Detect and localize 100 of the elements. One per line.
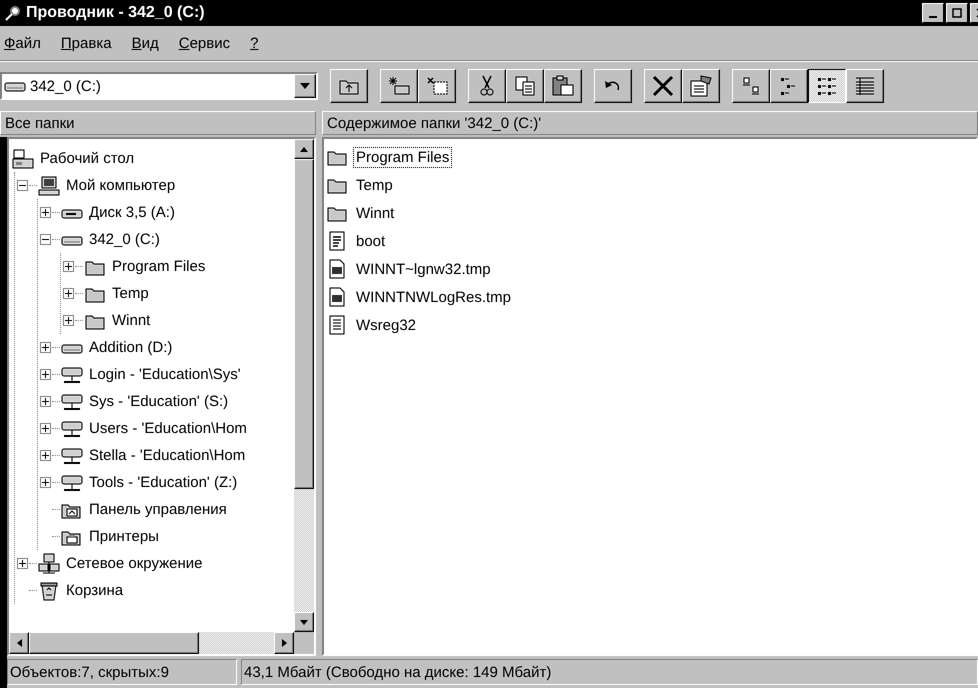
scroll-thumb[interactable] [29,632,199,654]
text-file-icon [329,315,345,335]
details-button[interactable] [846,69,884,103]
disconnect-drive-icon [426,76,448,96]
plus-icon [64,317,72,324]
tree-item[interactable]: Login - 'Education\Sys' [89,366,241,383]
tree-item[interactable]: Сетевое окружение [66,555,203,572]
address-combo[interactable]: 342_0 (C:) [0,72,318,100]
plus-icon [42,452,48,459]
expand-toggle[interactable] [40,234,50,245]
clipboard-icon [552,75,574,97]
scroll-right-button[interactable] [274,632,294,654]
expand-toggle[interactable] [40,207,50,218]
scroll-down-button[interactable] [294,612,314,632]
delete-icon [652,75,674,97]
small-icons-button[interactable] [770,69,808,103]
small-icons-view-icon [780,77,798,95]
paste-button[interactable] [544,69,582,103]
tree-item[interactable]: Stella - 'Education\Hom [89,447,246,464]
tree-item[interactable]: Sys - 'Education' (S:) [89,393,228,410]
file-item[interactable]: Winnt [353,202,398,224]
expand-toggle[interactable] [16,558,28,569]
network-drive-icon [61,446,83,466]
scroll-up-button[interactable] [294,139,314,159]
plus-icon [42,371,48,378]
tree-item[interactable]: Корзина [66,582,124,599]
up-button[interactable] [330,69,368,103]
expand-toggle[interactable] [40,342,50,353]
tree-item[interactable]: Диск 3,5 (A:) [89,204,175,221]
desktop-icon [12,148,34,168]
status-text: Объектов:7, скрытых:9 [7,659,237,685]
map-drive-icon [388,76,410,96]
menu-item[interactable]: Правка [58,34,114,52]
right-arrow-icon [282,639,286,647]
list-view-icon [817,77,837,95]
down-arrow-icon [300,620,308,624]
minus-icon [18,185,26,186]
left-arrow-icon [16,639,22,647]
copy-icon [515,76,535,96]
tree-item[interactable]: Tools - 'Education' (Z:) [89,474,238,491]
scroll-thumb[interactable] [294,159,314,489]
tree-item[interactable]: Addition (D:) [89,339,172,356]
plus-icon [42,209,48,216]
list-button[interactable] [808,69,846,103]
plus-icon [42,479,48,486]
scissors-icon [480,75,494,97]
undo-button[interactable] [594,69,632,103]
file-item[interactable]: Temp [353,174,396,196]
dropdown-button[interactable] [294,74,316,98]
menu-item[interactable]: Вид [130,34,161,52]
menu-item[interactable]: ? [248,34,260,52]
expand-toggle[interactable] [16,180,28,191]
plus-icon [42,425,48,432]
tree-item[interactable]: Мой компьютер [66,177,176,194]
recycle-bin-icon [39,580,59,600]
tree-item[interactable]: Принтеры [89,528,159,545]
expand-toggle[interactable] [40,369,50,380]
properties-button[interactable] [682,69,720,103]
file-item[interactable]: WINNT~lgnw32.tmp [353,258,494,280]
tree-item[interactable]: Winnt [112,312,150,329]
menu-item[interactable]: Сервис [176,34,232,52]
network-drive-icon [61,392,83,412]
file-item[interactable]: boot [353,230,388,252]
menu-item[interactable]: Файл [2,34,43,52]
expand-toggle[interactable] [40,450,50,461]
delete-button[interactable] [644,69,682,103]
expand-toggle[interactable] [62,288,74,299]
address-value: 342_0 (C:) [30,78,101,94]
maximize-icon [952,8,962,18]
plus-icon [18,560,26,567]
tree-item[interactable]: Temp [112,285,149,302]
file-item[interactable]: WINNTNWLogRes.tmp [353,286,514,308]
disconnect-button[interactable] [418,69,456,103]
tree-item[interactable]: Program Files [112,258,206,275]
minus-icon [42,239,48,240]
expand-toggle[interactable] [40,477,50,488]
maximize-button[interactable] [946,3,968,23]
copy-button[interactable] [506,69,544,103]
network-drive-icon [61,364,83,384]
map-drive-button[interactable] [380,69,418,103]
network-drive-icon [61,418,83,438]
expand-toggle[interactable] [40,423,50,434]
large-icons-button[interactable] [732,69,770,103]
scroll-left-button[interactable] [9,632,29,654]
tree-item[interactable]: Рабочий стол [40,150,134,167]
cut-button[interactable] [468,69,506,103]
tree-item[interactable]: Панель управления [89,501,227,518]
minimize-button[interactable] [922,3,944,23]
tree-item[interactable]: Users - 'Education\Hom [89,420,247,437]
pane-header: Содержимое папки '342_0 (C:)' [322,111,978,135]
file-item[interactable]: Program Files [353,146,452,168]
computer-icon [38,176,60,196]
tree-item[interactable]: 342_0 (C:) [89,231,160,248]
dropdown-arrow-icon [300,83,310,89]
expand-toggle[interactable] [62,261,74,272]
expand-toggle[interactable] [40,396,50,407]
file-item[interactable]: Wsreg32 [353,314,420,336]
properties-icon [689,75,713,97]
expand-toggle[interactable] [62,315,74,326]
plus-icon [42,398,48,405]
